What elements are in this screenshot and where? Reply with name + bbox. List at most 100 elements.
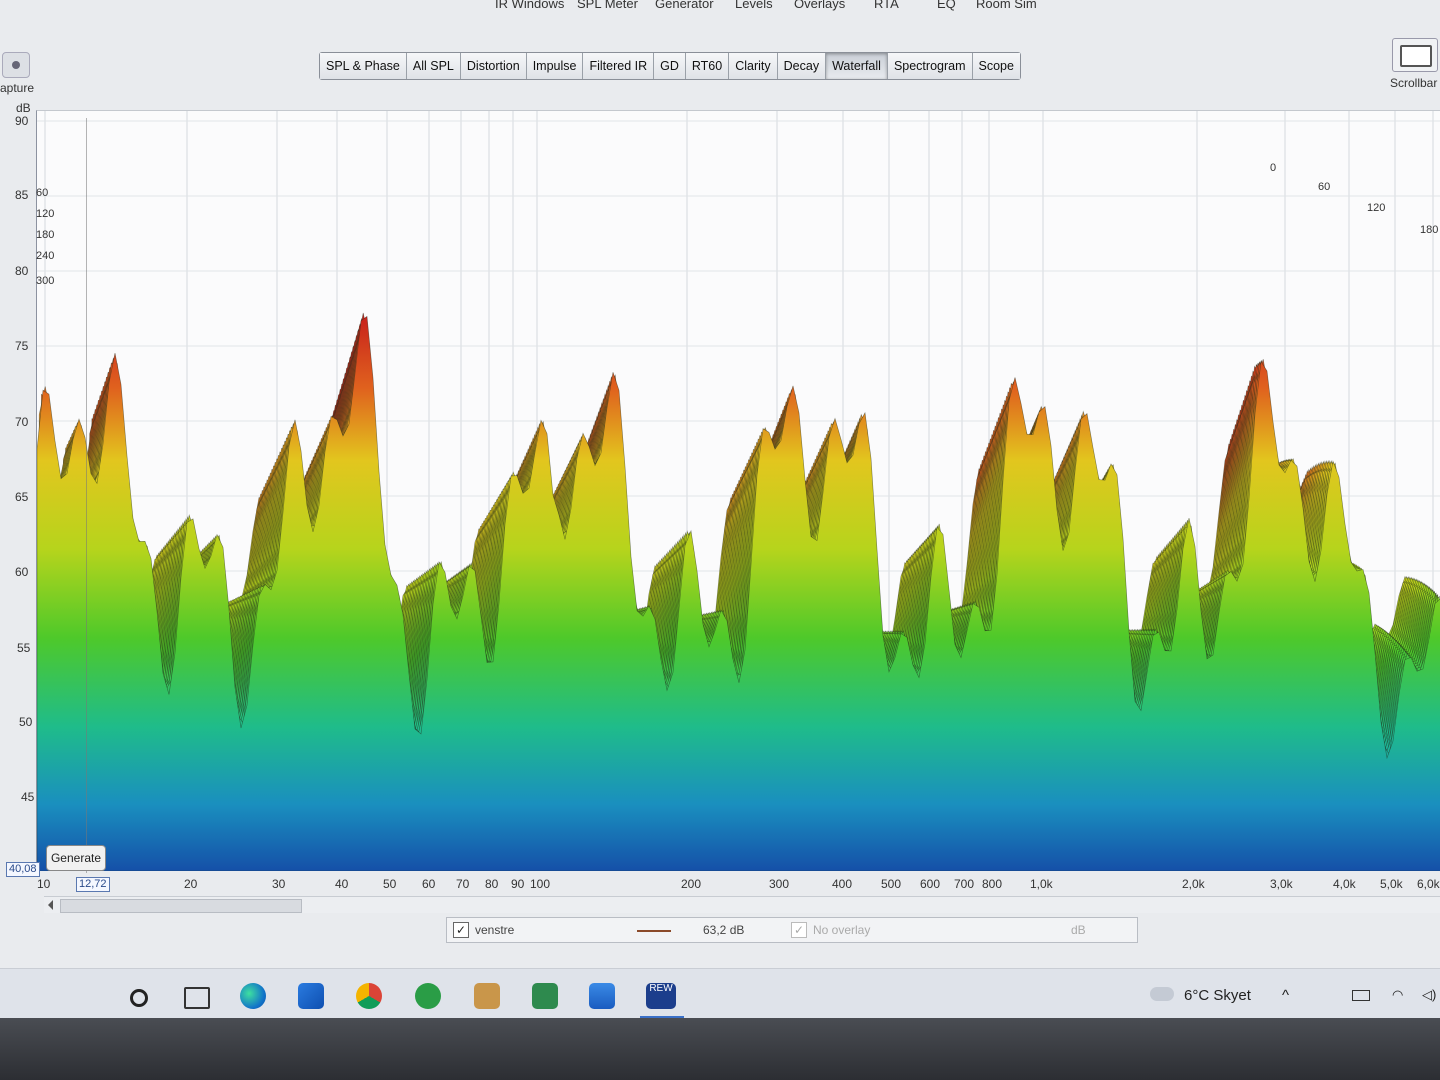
z-tick: 120 <box>36 208 55 220</box>
y-tick: 45 <box>21 790 35 804</box>
notes-icon[interactable] <box>474 983 500 1009</box>
x-tick: 50 <box>383 877 397 891</box>
tab-filtered-ir[interactable]: Filtered IR <box>583 53 655 79</box>
scroll-left-icon[interactable] <box>48 900 53 910</box>
tab-clarity[interactable]: Clarity <box>729 53 778 79</box>
measurement-name: venstre <box>475 923 515 937</box>
measurement-line-swatch <box>637 930 671 932</box>
y-tick: 55 <box>17 641 31 655</box>
measurement-checkbox[interactable]: ✓ <box>453 922 469 938</box>
x-tick: 600 <box>920 877 941 891</box>
x-tick: 70 <box>456 877 470 891</box>
rew-icon-label: REW <box>649 983 673 994</box>
x-tick: 3,0k <box>1270 877 1293 891</box>
weather-text[interactable]: 6°C Skyet <box>1184 987 1251 1004</box>
x-tick: 20 <box>184 877 198 891</box>
y-cursor-readout: 40,08 <box>6 862 40 877</box>
x-tick: 5,0k <box>1380 877 1403 891</box>
y-tick: 50 <box>19 715 33 729</box>
task-view-icon[interactable] <box>184 987 210 1009</box>
tab-decay[interactable]: Decay <box>777 53 827 79</box>
x-tick: 500 <box>881 877 902 891</box>
y-tick: 80 <box>15 264 29 278</box>
menu-levels[interactable]: Levels <box>735 0 773 11</box>
z-tick: 180 <box>36 229 55 241</box>
chrome-icon[interactable] <box>356 983 382 1009</box>
x-cursor-readout: 12,72 <box>76 877 110 892</box>
x-tick: 700 <box>954 877 975 891</box>
generate-button[interactable]: Generate <box>46 845 106 871</box>
menu-generator[interactable]: Generator <box>655 0 714 11</box>
capture-icon <box>12 61 20 69</box>
overlay-checkbox[interactable]: ✓ <box>791 922 807 938</box>
search-icon[interactable] <box>130 989 148 1007</box>
x-tick: 10 <box>37 877 51 891</box>
waterfall-plot <box>37 111 1440 871</box>
scrollbar-label: Scrollbar <box>1390 76 1438 90</box>
waterfall-graph[interactable] <box>36 110 1440 871</box>
chevron-up-icon[interactable]: ^ <box>1282 987 1289 1004</box>
x-tick: 100 <box>530 877 551 891</box>
tab-spl-phase[interactable]: SPL & Phase <box>320 53 407 79</box>
measurement-legend: ✓ venstre 63,2 dB ✓ No overlay dB <box>446 917 1138 943</box>
x-tick: 2,0k <box>1182 877 1205 891</box>
x-tick: 400 <box>832 877 853 891</box>
editor-icon[interactable] <box>532 983 558 1009</box>
scrollbar-thumb[interactable] <box>60 899 302 913</box>
menu-rta[interactable]: RTA <box>874 0 899 11</box>
menu-overlays[interactable]: Overlays <box>794 0 845 11</box>
overlay-unit: dB <box>1071 923 1086 937</box>
y-tick: 90 <box>15 114 29 128</box>
battery-icon[interactable] <box>1352 990 1370 1001</box>
menu-spl-meter[interactable]: SPL Meter <box>577 0 638 11</box>
y-axis-unit: dB <box>16 101 31 115</box>
horizontal-scrollbar[interactable] <box>44 896 1440 913</box>
tab-rt60[interactable]: RT60 <box>685 53 730 79</box>
x-tick: 40 <box>335 877 349 891</box>
x-tick: 800 <box>982 877 1003 891</box>
z-tick: 0 <box>1270 162 1277 174</box>
waterfall-slices <box>37 312 1440 871</box>
scrollbar-icon <box>1400 45 1432 67</box>
tab-distortion[interactable]: Distortion <box>460 53 527 79</box>
tab-waterfall[interactable]: Waterfall <box>826 53 888 79</box>
capture-button[interactable] <box>2 52 30 78</box>
capture-label: apture <box>0 81 35 95</box>
tab-scope[interactable]: Scope <box>972 53 1020 79</box>
mail-icon[interactable] <box>589 983 615 1009</box>
menu-eq[interactable]: EQ <box>937 0 956 11</box>
spotify-icon[interactable] <box>415 983 441 1009</box>
x-tick: 4,0k <box>1333 877 1356 891</box>
x-tick: 80 <box>485 877 499 891</box>
edge-icon[interactable] <box>240 983 266 1009</box>
overlay-label: No overlay <box>813 923 871 937</box>
x-tick: 30 <box>272 877 286 891</box>
z-tick: 60 <box>1318 181 1331 193</box>
cursor-line <box>86 118 87 873</box>
menu-bar: IR Windows SPL Meter Generator Levels Ov… <box>0 0 1440 14</box>
z-tick: 180 <box>1420 224 1439 236</box>
y-tick: 60 <box>15 565 29 579</box>
monitor-bezel <box>0 1018 1440 1080</box>
menu-room-sim[interactable]: Room Sim <box>976 0 1037 11</box>
x-tick: 90 <box>511 877 525 891</box>
weather-icon <box>1150 987 1174 1001</box>
z-tick: 240 <box>36 250 55 262</box>
tab-spectrogram[interactable]: Spectrogram <box>887 53 973 79</box>
z-tick: 120 <box>1367 202 1386 214</box>
y-tick: 65 <box>15 490 29 504</box>
store-icon[interactable] <box>298 983 324 1009</box>
tab-all-spl[interactable]: All SPL <box>406 53 461 79</box>
y-tick: 70 <box>15 415 29 429</box>
wifi-icon[interactable]: ◠ <box>1392 987 1403 1003</box>
scrollbar-button[interactable] <box>1392 38 1438 72</box>
tab-gd[interactable]: GD <box>654 53 686 79</box>
y-tick: 75 <box>15 339 29 353</box>
tab-impulse[interactable]: Impulse <box>526 53 584 79</box>
rew-icon[interactable]: REW <box>646 983 676 1009</box>
menu-ir-windows[interactable]: IR Windows <box>495 0 564 11</box>
volume-icon[interactable]: ◁) <box>1422 987 1436 1003</box>
graph-tab-bar: SPL & Phase All SPL Distortion Impulse F… <box>319 52 1021 80</box>
x-tick: 200 <box>681 877 702 891</box>
x-tick: 6,0k <box>1417 877 1440 891</box>
